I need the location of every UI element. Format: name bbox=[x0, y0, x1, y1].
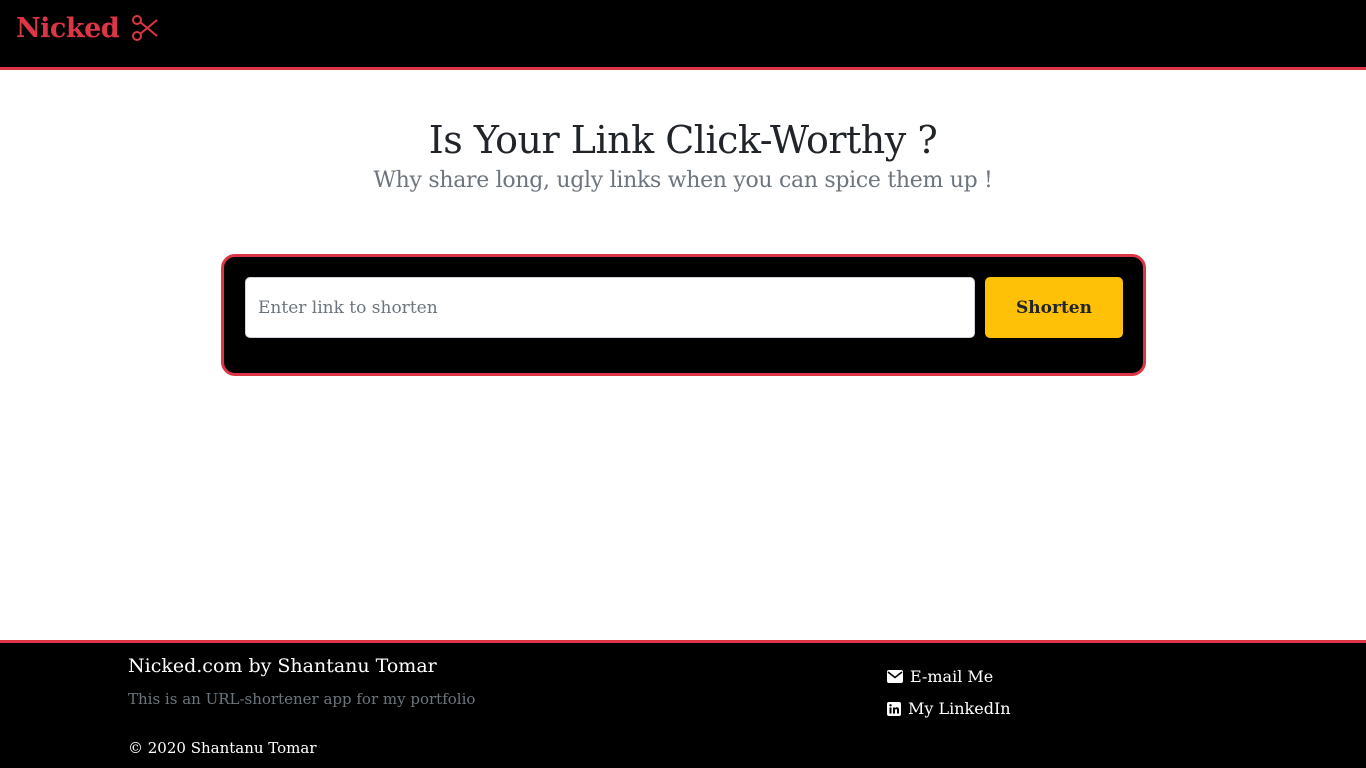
footer: Nicked.com by Shantanu Tomar This is an … bbox=[0, 640, 1366, 768]
brand-name: Nicked bbox=[16, 12, 120, 44]
email-me-label: E-mail Me bbox=[910, 667, 994, 686]
linkedin-icon bbox=[887, 701, 901, 716]
brand-link[interactable]: Nicked bbox=[16, 12, 161, 44]
footer-copyright: © 2020 Shantanu Tomar bbox=[128, 739, 317, 757]
shortener-form: Shorten bbox=[221, 254, 1146, 376]
navbar: Nicked bbox=[0, 0, 1366, 70]
envelope-icon bbox=[887, 670, 903, 683]
hero-section: Is Your Link Click-Worthy ? Why share lo… bbox=[0, 118, 1366, 193]
link-input[interactable] bbox=[245, 277, 975, 338]
hero-title: Is Your Link Click-Worthy ? bbox=[428, 118, 938, 162]
scissors-icon bbox=[132, 15, 158, 41]
linkedin-link[interactable]: My LinkedIn bbox=[887, 699, 1011, 718]
hero-subtitle: Why share long, ugly links when you can … bbox=[373, 168, 993, 193]
email-me-link[interactable]: E-mail Me bbox=[887, 667, 993, 686]
footer-title: Nicked.com by Shantanu Tomar bbox=[128, 655, 437, 677]
footer-description: This is an URL-shortener app for my port… bbox=[128, 690, 476, 708]
linkedin-label: My LinkedIn bbox=[908, 699, 1011, 718]
shorten-button[interactable]: Shorten bbox=[985, 277, 1123, 338]
